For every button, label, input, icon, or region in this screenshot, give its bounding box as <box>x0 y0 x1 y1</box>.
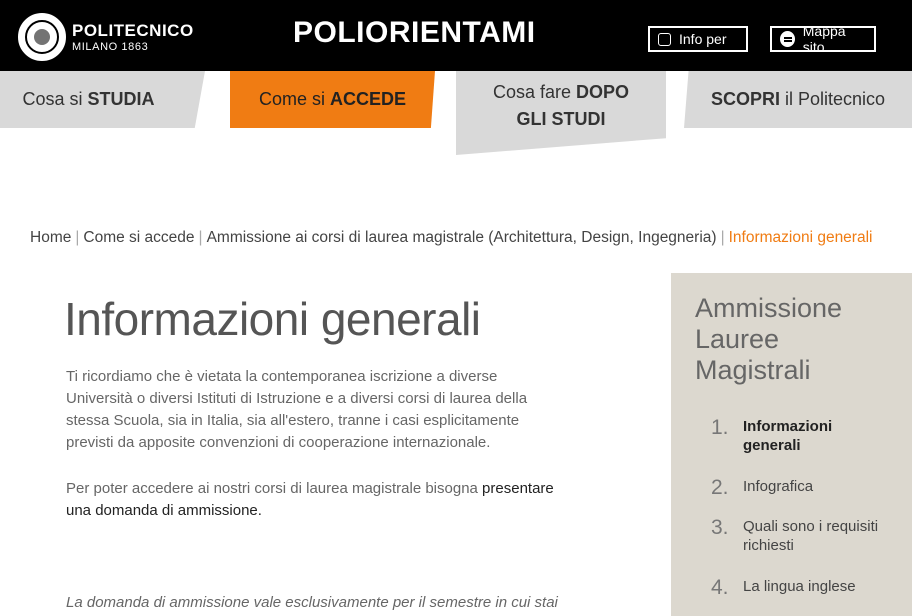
sidebar-item-label: Infografica <box>743 478 814 495</box>
sidebar-item-requisiti[interactable]: 3. Quali sono i requisiti richiesti <box>711 517 893 555</box>
breadcrumb-ammissione[interactable]: Ammissione ai corsi di laurea magistrale… <box>207 229 717 246</box>
sidebar-item-number: 4. <box>711 576 729 599</box>
mappa-sito-label: Mappa sito <box>802 23 846 55</box>
sidebar-item-number: 3. <box>711 516 729 539</box>
info-per-button[interactable]: Info per <box>648 26 748 52</box>
tab-label-pre: Cosa si <box>22 89 88 109</box>
tab-label-post: il Politecnico <box>779 89 886 109</box>
sidebar-item-lingua-inglese[interactable]: 4. La lingua inglese <box>711 577 893 599</box>
breadcrumb-current: Informazioni generali <box>728 229 873 246</box>
sidebar-item-number: 1. <box>711 416 729 439</box>
sidebar-item-infografica[interactable]: 2. Infografica <box>711 477 893 499</box>
breadcrumb-separator: | <box>198 229 203 246</box>
page-title: Informazioni generali <box>64 293 481 345</box>
brand-subtitle: MILANO 1863 <box>72 41 149 53</box>
tab-label-bold: ACCEDE <box>330 89 407 109</box>
tab-come-si-accede[interactable]: Come si ACCEDE <box>230 71 435 128</box>
intro-paragraph: Ti ricordiamo che è vietata la contempor… <box>66 368 528 451</box>
sidebar-item-label: Informazioni generali <box>743 418 833 454</box>
top-header: POLITECNICO MILANO 1863 POLIORIENTAMI In… <box>0 0 912 71</box>
breadcrumb-come-si-accede[interactable]: Come si accede <box>83 229 194 246</box>
tab-cosa-fare-dopo-gli-studi[interactable]: Cosa fare DOPO GLI STUDI <box>456 71 666 155</box>
sidebar-item-label: Quali sono i requisiti richiesti <box>743 518 879 554</box>
mappa-sito-button[interactable]: Mappa sito <box>770 23 876 55</box>
breadcrumb: Home | Come si accede | Ammissione ai corsi … <box>30 229 872 247</box>
info-icon <box>658 32 671 46</box>
sidebar-item-label: La lingua inglese <box>743 578 856 595</box>
info-per-label: Info per <box>679 31 727 47</box>
tab-cosa-si-studia[interactable]: Cosa si STUDIA <box>0 71 205 128</box>
breadcrumb-separator: | <box>75 229 80 246</box>
sidebar-title: Ammissione Lauree Magistrali <box>695 293 843 385</box>
tab-scopri-il-politecnico[interactable]: SCOPRI il Politecnico <box>684 71 912 128</box>
menu-icon <box>780 31 795 47</box>
semester-note: La domanda di ammissione vale esclusivam… <box>66 594 558 611</box>
politecnico-logo[interactable] <box>18 13 66 61</box>
tab-label-bold: SCOPRI <box>710 89 780 109</box>
tab-label-bold: STUDIA <box>87 89 155 109</box>
breadcrumb-home[interactable]: Home <box>30 229 71 246</box>
breadcrumb-separator: | <box>720 229 725 246</box>
sidebar: Ammissione Lauree Magistrali 1. Informaz… <box>671 273 912 616</box>
sidebar-item-informazioni-generali[interactable]: 1. Informazioni generali <box>711 417 893 455</box>
tab-label-pre: Come si <box>258 89 330 109</box>
sidebar-item-number: 2. <box>711 476 729 499</box>
admission-text: Per poter accedere ai nostri corsi di la… <box>66 480 483 497</box>
admission-paragraph: Per poter accedere ai nostri corsi di la… <box>66 478 566 522</box>
brand-name: POLITECNICO <box>72 21 194 40</box>
site-title[interactable]: POLIORIENTAMI <box>293 16 536 50</box>
tab-label-pre: Cosa fare <box>492 82 577 102</box>
